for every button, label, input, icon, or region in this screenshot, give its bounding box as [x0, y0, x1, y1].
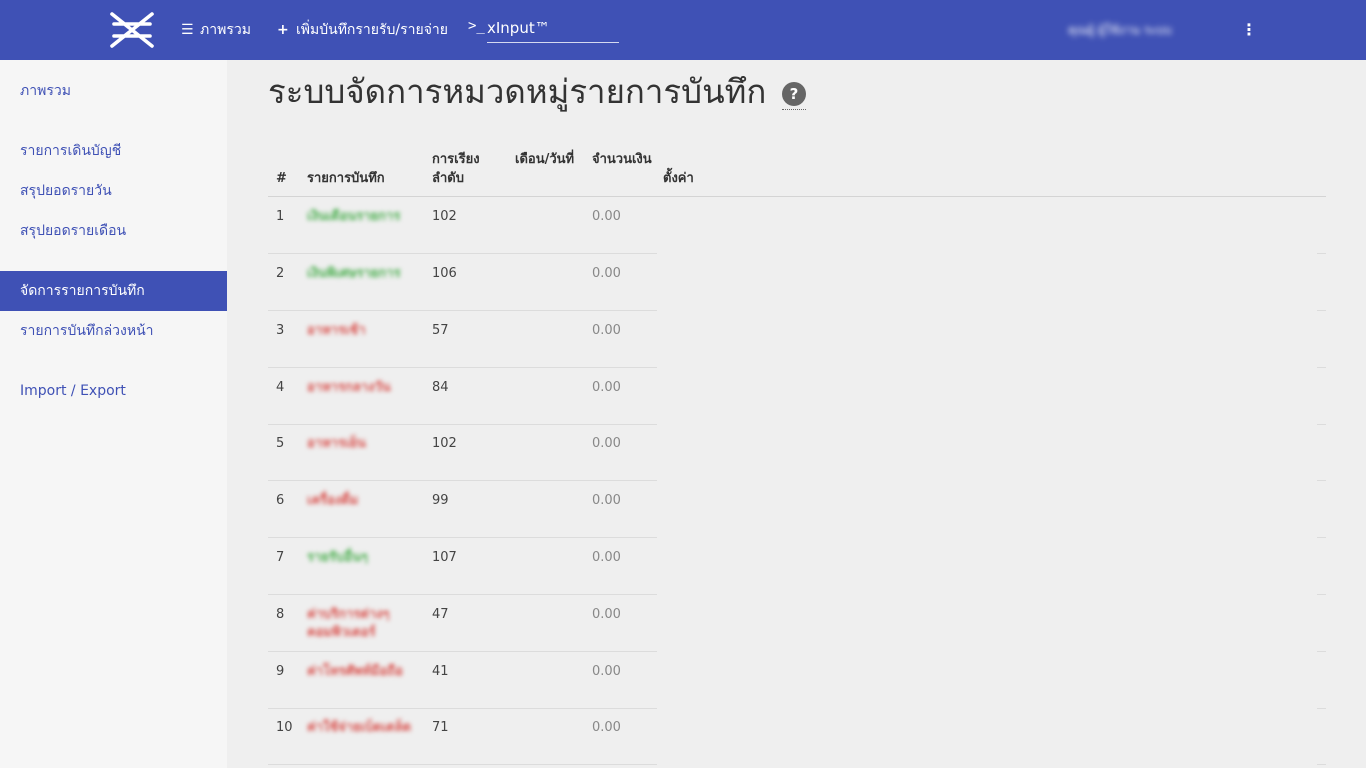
more-vertical-icon[interactable]: ⋮: [1241, 20, 1257, 40]
table-row: 4 อาหารกลางวัน 84 0.00: [268, 368, 1326, 425]
row-amount: 0.00: [592, 323, 621, 338]
list-icon: ☰: [181, 22, 194, 38]
row-amount: 0.00: [592, 607, 621, 622]
table-row: 3 อาหารเช้า 57 0.00: [268, 311, 1326, 368]
row-amount: 0.00: [592, 209, 621, 224]
row-order: 41: [432, 664, 449, 679]
terminal-prompt-icon: >_: [468, 18, 485, 34]
col-header-order: การเรียงลำดับ: [432, 152, 480, 186]
row-name-link[interactable]: อาหารเย็น: [307, 435, 417, 453]
row-name-link[interactable]: อาหารกลางวัน: [307, 379, 417, 397]
col-header-date: เดือน/วันที่: [515, 152, 575, 167]
page-title: ระบบจัดการหมวดหมู่รายการบันทึก: [268, 72, 767, 111]
main-content: ระบบจัดการหมวดหมู่รายการบันทึก ? # รายกา…: [228, 60, 1366, 768]
table-row: 9 ค่าโทรศัพท์มือถือ 41 0.00: [268, 652, 1326, 709]
sidebar-item-daily-summary[interactable]: สรุปยอดรายวัน: [0, 171, 227, 211]
row-name-link[interactable]: ค่าใช้จ่ายเบ็ดเตล็ด: [307, 719, 417, 737]
table-row: 5 อาหารเย็น 102 0.00: [268, 424, 1326, 481]
row-order: 57: [432, 323, 449, 338]
row-name-link[interactable]: เครื่องดื่ม: [307, 492, 417, 510]
sidebar-item-monthly-summary[interactable]: สรุปยอดรายเดือน: [0, 211, 227, 251]
sidebar: ภาพรวม รายการเดินบัญชี สรุปยอดรายวัน สรุ…: [0, 60, 227, 768]
plus-icon: +: [277, 22, 289, 38]
sidebar-item-transactions[interactable]: รายการเดินบัญชี: [0, 131, 227, 171]
help-icon[interactable]: ?: [782, 82, 806, 106]
row-name-link[interactable]: รายรับอื่นๆ: [307, 549, 417, 567]
sidebar-item-scheduled-entries[interactable]: รายการบันทึกล่วงหน้า: [0, 311, 227, 351]
row-order: 106: [432, 266, 457, 281]
row-num: 3: [276, 323, 285, 338]
row-name-link[interactable]: ค่าโทรศัพท์มือถือ: [307, 663, 417, 681]
xinput-field[interactable]: [487, 16, 619, 43]
col-header-name: รายการบันทึก: [307, 171, 385, 186]
row-name-link[interactable]: อาหารเช้า: [307, 322, 417, 340]
sidebar-item-manage-categories[interactable]: จัดการรายการบันทึก: [0, 271, 227, 311]
row-order: 47: [432, 607, 449, 622]
row-order: 107: [432, 550, 457, 565]
sidebar-item-overview[interactable]: ภาพรวม: [0, 71, 227, 111]
row-name-link[interactable]: เงินเดือนรายการ: [307, 208, 417, 226]
table-row: 10 ค่าใช้จ่ายเบ็ดเตล็ด 71 0.00: [268, 708, 1326, 765]
nav-add-entry[interactable]: + เพิ่มบันทึกรายรับ/รายจ่าย: [277, 19, 448, 41]
row-amount: 0.00: [592, 550, 621, 565]
row-num: 9: [276, 664, 285, 679]
row-num: 1: [276, 209, 285, 224]
row-order: 84: [432, 380, 449, 395]
col-header-settings: ตั้งค่า: [663, 171, 694, 186]
row-order: 102: [432, 436, 457, 451]
row-amount: 0.00: [592, 266, 621, 281]
col-header-amount: จำนวนเงิน: [592, 152, 652, 167]
row-num: 10: [276, 720, 293, 735]
row-amount: 0.00: [592, 436, 621, 451]
user-name[interactable]: คุณผู้ ผู้ใช้งาน ระบบ: [1068, 21, 1240, 39]
table-row: 6 เครื่องดื่ม 99 0.00: [268, 481, 1326, 538]
row-num: 8: [276, 607, 285, 622]
row-order: 71: [432, 720, 449, 735]
nav-add-entry-label: เพิ่มบันทึกรายรับ/รายจ่าย: [296, 22, 448, 38]
row-order: 99: [432, 493, 449, 508]
row-amount: 0.00: [592, 720, 621, 735]
row-num: 7: [276, 550, 285, 565]
row-num: 6: [276, 493, 285, 508]
row-amount: 0.00: [592, 493, 621, 508]
row-divider: [268, 764, 657, 765]
top-navbar: ☰ ภาพรวม + เพิ่มบันทึกรายรับ/รายจ่าย >_ คุ…: [0, 0, 1366, 60]
col-header-num: #: [276, 171, 287, 186]
nav-overview[interactable]: ☰ ภาพรวม: [181, 19, 251, 41]
row-num: 4: [276, 380, 285, 395]
help-underline: [782, 109, 806, 110]
row-name-link[interactable]: ค่าบริการต่างๆ คอมพิวเตอร์: [307, 606, 417, 642]
row-divider-end: [1317, 764, 1326, 765]
brand-x-logo[interactable]: [108, 10, 156, 50]
sidebar-item-import-export[interactable]: Import / Export: [0, 371, 227, 411]
row-name-link[interactable]: เงินพิเศษรายการ: [307, 265, 417, 283]
table-row: 2 เงินพิเศษรายการ 106 0.00: [268, 254, 1326, 311]
table-row: 1 เงินเดือนรายการ 102 0.00: [268, 197, 1326, 254]
row-order: 102: [432, 209, 457, 224]
row-amount: 0.00: [592, 380, 621, 395]
row-amount: 0.00: [592, 664, 621, 679]
nav-overview-label: ภาพรวม: [200, 22, 251, 38]
table-row: 8 ค่าบริการต่างๆ คอมพิวเตอร์ 47 0.00: [268, 595, 1326, 652]
row-num: 2: [276, 266, 285, 281]
row-num: 5: [276, 436, 285, 451]
table-row: 7 รายรับอื่นๆ 107 0.00: [268, 538, 1326, 595]
